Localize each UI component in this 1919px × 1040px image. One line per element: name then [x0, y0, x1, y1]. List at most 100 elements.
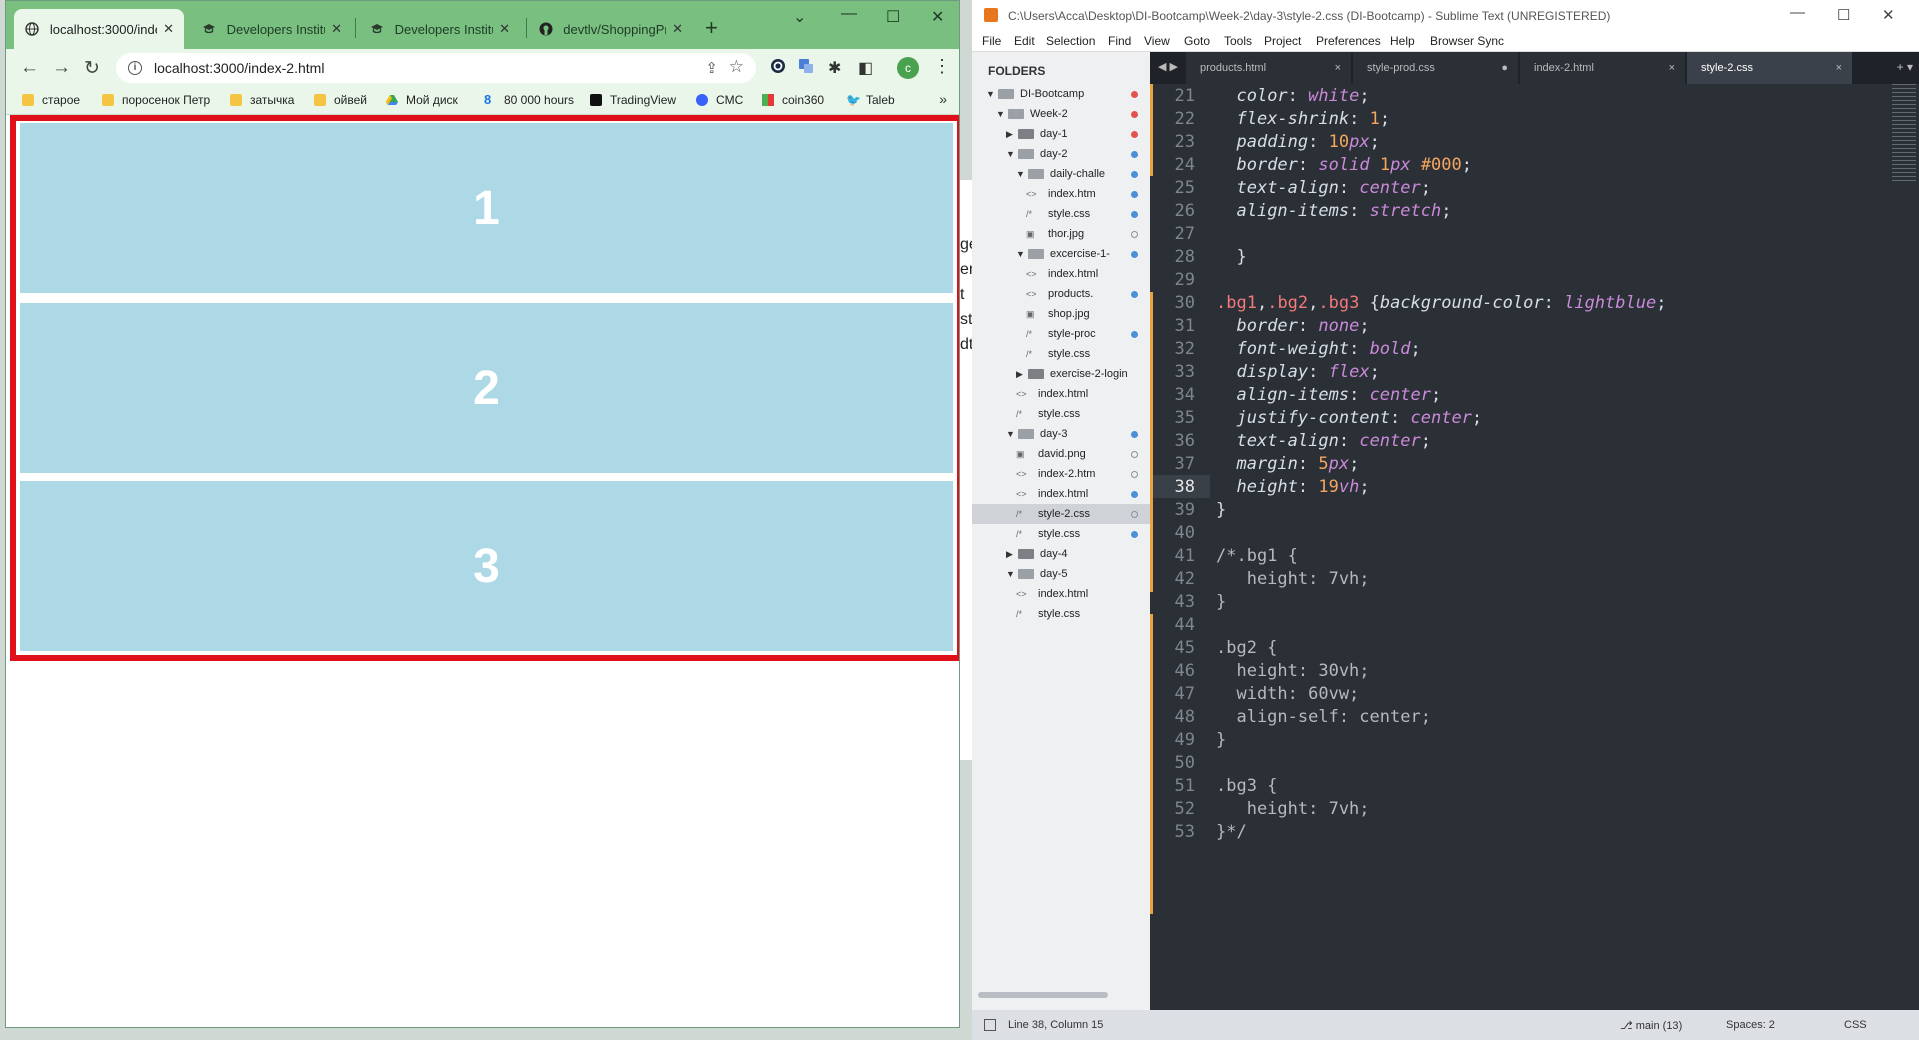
tree-folder[interactable]: ▼ DI-Bootcamp: [986, 84, 1084, 104]
sidebar-scrollbar[interactable]: [978, 992, 1108, 998]
new-tab-button[interactable]: +: [705, 15, 718, 41]
tab-style-prod-css[interactable]: style-prod.css ●: [1353, 52, 1519, 84]
bookmark-item[interactable]: TradingView: [590, 93, 676, 107]
bookmark-item[interactable]: 🐦 Taleb: [846, 93, 895, 107]
menu-item-project[interactable]: Project: [1264, 34, 1301, 48]
minimize-icon[interactable]: —: [841, 5, 857, 23]
chevron-right-icon[interactable]: ▶: [1016, 369, 1028, 380]
close-icon[interactable]: ×: [1335, 62, 1341, 74]
bookmark-star-icon[interactable]: ☆: [729, 57, 744, 77]
tree-file[interactable]: <> index-2.htm: [1016, 464, 1095, 484]
tree-folder[interactable]: ▼ daily-challe: [1016, 164, 1105, 184]
close-icon[interactable]: ✕: [331, 21, 342, 37]
menu-kebab-icon[interactable]: ⋮: [933, 56, 951, 77]
tree-file[interactable]: /* style.css: [1016, 524, 1080, 544]
minimize-icon[interactable]: —: [1790, 4, 1805, 21]
forward-icon[interactable]: →: [52, 57, 71, 79]
unsaved-dot-icon[interactable]: ●: [1501, 62, 1508, 74]
tab-localhost[interactable]: localhost:3000/index ✕: [14, 9, 184, 49]
chevron-down-icon[interactable]: ▼: [1016, 249, 1028, 259]
tab-index-2-html[interactable]: index-2.html ×: [1520, 52, 1686, 84]
syntax-setting[interactable]: CSS: [1844, 1019, 1867, 1031]
tab-search-chevron-icon[interactable]: ⌄: [793, 7, 806, 27]
tab-style-2-css[interactable]: style-2.css ×: [1687, 52, 1853, 84]
indentation-setting[interactable]: Spaces: 2: [1726, 1019, 1775, 1031]
tree-folder[interactable]: ▶ day-1: [1006, 124, 1068, 144]
tree-folder[interactable]: ▼ day-2: [1006, 144, 1068, 164]
close-icon[interactable]: ✕: [672, 21, 683, 37]
tree-file[interactable]: <> index.html: [1016, 384, 1088, 404]
back-icon[interactable]: ←: [20, 57, 39, 79]
git-branch[interactable]: ⎇ main (13): [1620, 1019, 1682, 1032]
chevron-right-icon[interactable]: ▶: [1006, 129, 1018, 140]
bookmarks-overflow-icon[interactable]: »: [939, 91, 947, 107]
tree-folder[interactable]: ▶ exercise-2-login: [1016, 364, 1128, 384]
tree-folder[interactable]: ▼ day-5: [1006, 564, 1068, 584]
menu-item-file[interactable]: File: [982, 34, 1001, 48]
tree-file[interactable]: /* style.css: [1026, 204, 1090, 224]
tree-file[interactable]: <> index.htm: [1026, 184, 1096, 204]
maximize-icon[interactable]: ☐: [1837, 6, 1850, 24]
extension-circle-icon[interactable]: [770, 58, 786, 79]
close-icon[interactable]: ×: [1669, 62, 1675, 74]
bookmark-item[interactable]: поросенок Петр: [102, 93, 210, 107]
side-panel-icon[interactable]: ◧: [858, 58, 873, 78]
bookmark-item[interactable]: ойвей: [314, 93, 367, 107]
tree-file[interactable]: /* style.css: [1016, 404, 1080, 424]
tree-folder[interactable]: ▶ day-4: [1006, 544, 1068, 564]
chevron-down-icon[interactable]: ▼: [1016, 169, 1028, 179]
bookmark-item[interactable]: CMC: [696, 93, 743, 107]
reload-icon[interactable]: ↻: [84, 57, 100, 80]
address-bar[interactable]: i localhost:3000/index-2.html ⇪ ☆: [116, 53, 756, 83]
chevron-down-icon[interactable]: ▼: [996, 109, 1008, 119]
tree-folder[interactable]: ▼ Week-2: [996, 104, 1068, 124]
site-info-icon[interactable]: i: [128, 61, 142, 75]
menu-item-selection[interactable]: Selection: [1046, 34, 1095, 48]
bookmark-item[interactable]: coin360: [762, 93, 824, 107]
bookmark-item[interactable]: старое: [22, 93, 80, 107]
menu-item-goto[interactable]: Goto: [1184, 34, 1210, 48]
tree-folder[interactable]: ▼ excercise-1-: [1016, 244, 1110, 264]
panel-toggle-icon[interactable]: [984, 1019, 996, 1031]
chevron-down-icon[interactable]: ▼: [1006, 429, 1018, 439]
menu-item-find[interactable]: Find: [1108, 34, 1131, 48]
menu-item-browser-sync[interactable]: Browser Sync: [1430, 34, 1504, 48]
tree-file[interactable]: /* style-2.css: [1016, 504, 1090, 524]
menu-item-help[interactable]: Help: [1390, 34, 1415, 48]
chevron-down-icon[interactable]: ▼: [1006, 569, 1018, 579]
tree-file[interactable]: ▣ thor.jpg: [1026, 224, 1084, 244]
close-icon[interactable]: ×: [1836, 62, 1842, 74]
bookmark-item[interactable]: Мой диск: [386, 93, 458, 107]
close-window-icon[interactable]: ✕: [1882, 6, 1895, 24]
tree-file[interactable]: <> products.: [1026, 284, 1093, 304]
chevron-down-icon[interactable]: ▼: [986, 89, 998, 99]
translate-icon[interactable]: [798, 58, 814, 79]
tab-developers-institute-1[interactable]: Developers Institute ✕: [192, 9, 352, 49]
tree-file[interactable]: /* style.css: [1026, 344, 1090, 364]
tree-folder[interactable]: ▼ day-3: [1006, 424, 1068, 444]
tree-file[interactable]: /* style.css: [1016, 604, 1080, 624]
tree-file[interactable]: <> index.html: [1016, 584, 1088, 604]
maximize-icon[interactable]: ☐: [886, 7, 900, 27]
extensions-puzzle-icon[interactable]: ✱: [828, 58, 841, 78]
menu-item-preferences[interactable]: Preferences: [1316, 34, 1381, 48]
tab-actions-icon[interactable]: + ▾: [1897, 60, 1913, 74]
menu-item-edit[interactable]: Edit: [1014, 34, 1035, 48]
code-editor[interactable]: 21 22 23 24 25 26 27 28 29 30 31 32 33 34 35 36 37 38 39 40…: [1150, 84, 1919, 1010]
close-window-icon[interactable]: ✕: [931, 7, 944, 27]
tree-file[interactable]: <> index.html: [1016, 484, 1088, 504]
minimap[interactable]: [1892, 84, 1916, 184]
tab-nav-arrows-icon[interactable]: ◀ ▶: [1158, 60, 1178, 73]
tree-file[interactable]: ▣ shop.jpg: [1026, 304, 1090, 324]
bookmark-item[interactable]: затычка: [230, 93, 294, 107]
chevron-right-icon[interactable]: ▶: [1006, 549, 1018, 560]
close-icon[interactable]: ✕: [499, 21, 510, 37]
tab-github[interactable]: devtlv/ShoppingPro ✕: [528, 9, 693, 49]
tree-file[interactable]: ▣ david.png: [1016, 444, 1086, 464]
share-icon[interactable]: ⇪: [705, 59, 718, 77]
menu-item-tools[interactable]: Tools: [1224, 34, 1252, 48]
menu-item-view[interactable]: View: [1144, 34, 1170, 48]
tree-file[interactable]: <> index.html: [1026, 264, 1098, 284]
tab-developers-institute-2[interactable]: Developers Institute ✕: [360, 9, 520, 49]
close-icon[interactable]: ✕: [163, 21, 174, 37]
